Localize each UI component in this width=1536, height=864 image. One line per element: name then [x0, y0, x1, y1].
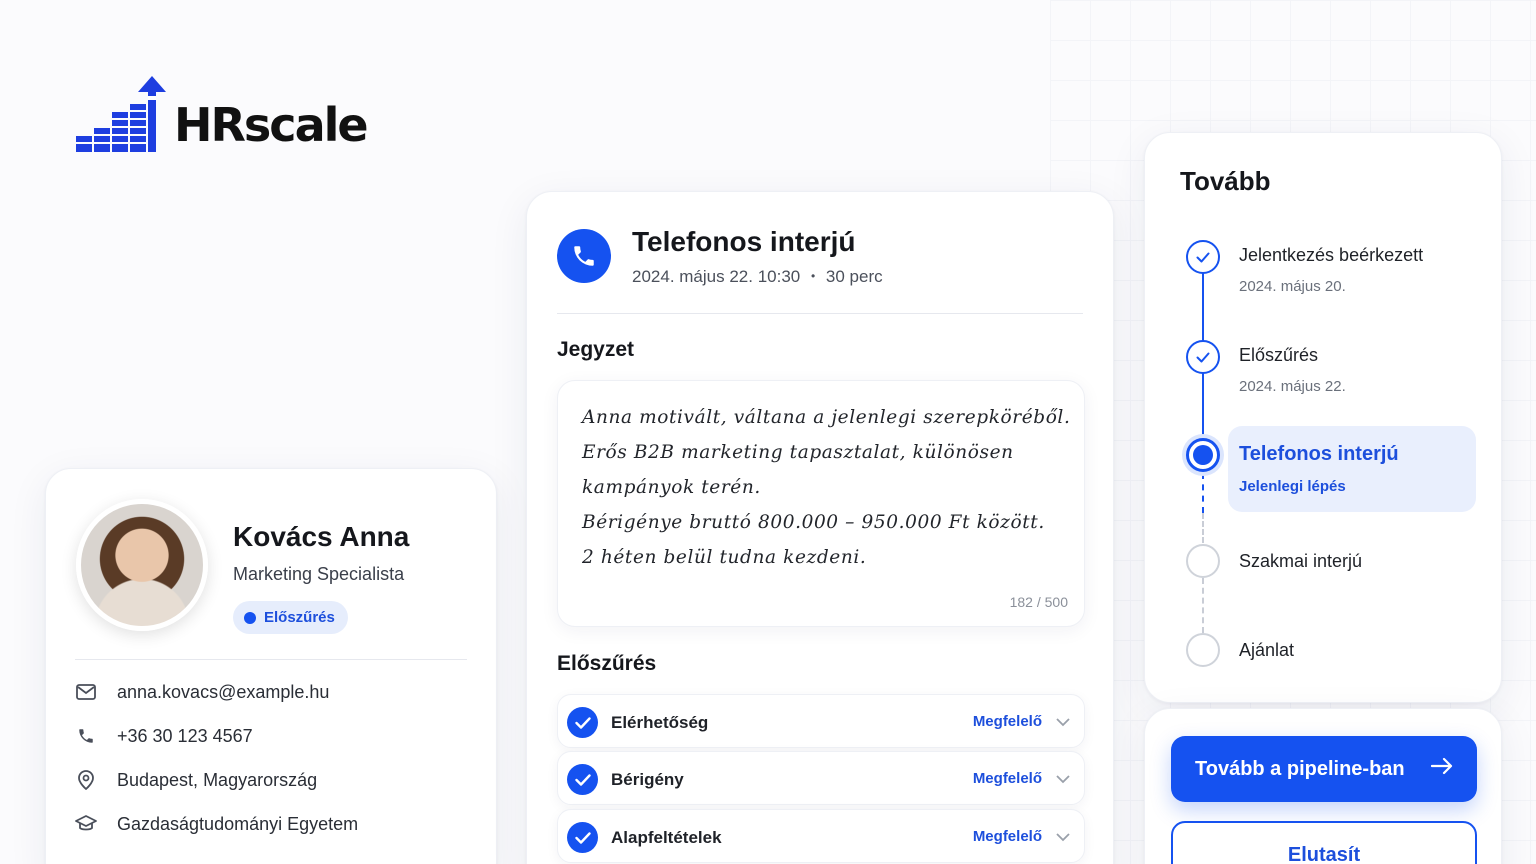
note-line: Anna motivált, váltana a jelenlegi szere… [582, 407, 1071, 428]
advance-pipeline-label: Tovább a pipeline-ban [1195, 757, 1405, 780]
contact-location-text: Budapest, Magyarország [117, 769, 318, 790]
note-heading: Jegyzet [557, 338, 635, 361]
chevron-down-icon[interactable] [1056, 771, 1070, 789]
pipeline-connector [1202, 473, 1204, 513]
screening-item-status: Megfelelő [972, 828, 1042, 845]
chevron-down-icon[interactable] [1056, 714, 1070, 732]
candidate-role: Marketing Specialista [233, 564, 405, 584]
current-step-label: Telefonos interjú [1239, 443, 1399, 465]
note-textarea[interactable]: Anna motivált, váltana a jelenlegi szere… [557, 380, 1085, 627]
contact-education: Gazdaságtudományi Egyetem [75, 813, 358, 835]
interview-meta: 2024. május 22. 10:30 • 30 perc [632, 267, 883, 287]
phone-icon [75, 725, 97, 747]
contact-location: Budapest, Magyarország [75, 769, 317, 791]
divider [75, 659, 467, 660]
interview-date: 2024. május 22. 10:30 [632, 267, 801, 286]
logo-wordmark: HRscale [174, 98, 369, 152]
screening-item-label: Elérhetőség [611, 713, 709, 732]
screening-item-salary[interactable]: Bérigény Megfelelő [557, 751, 1085, 805]
current-step-highlight[interactable]: Telefonos interjú Jelenlegi lépés [1228, 426, 1476, 512]
logo-bars-icon [76, 76, 166, 152]
interview-duration: 30 perc [825, 267, 883, 286]
screening-item-label: Alapfeltételek [611, 828, 722, 847]
pipeline-title: Tovább [1180, 166, 1271, 196]
arrow-right-icon [1430, 757, 1453, 781]
chevron-down-icon[interactable] [1056, 829, 1070, 847]
status-badge: Előszűrés [233, 601, 348, 634]
contact-email-text: anna.kovacs@example.hu [117, 681, 330, 702]
candidate-profile-card: Kovács Anna Marketing Specialista Előszű… [45, 468, 497, 864]
current-step-sub: Jelenlegi lépés [1239, 478, 1346, 495]
mail-icon [75, 681, 97, 703]
screening-item-availability[interactable]: Elérhetőség Megfelelő [557, 694, 1085, 748]
check-icon [567, 707, 598, 738]
step-done-check-icon [1186, 240, 1220, 274]
screening-item-basics[interactable]: Alapfeltételek Megfelelő [557, 809, 1085, 863]
avatar [76, 499, 208, 631]
candidate-name: Kovács Anna [233, 521, 410, 552]
step-pending-circle-icon [1186, 633, 1220, 667]
step-pending-circle-icon [1186, 544, 1220, 578]
step-label: Jelentkezés beérkezett [1239, 245, 1424, 265]
screening-heading: Előszűrés [557, 652, 657, 675]
note-line: Erős B2B marketing tapasztalat, különöse… [582, 442, 1014, 463]
status-dot-icon [244, 611, 256, 624]
step-label: Szakmai interjú [1239, 551, 1363, 571]
screening-item-status: Megfelelő [972, 713, 1042, 730]
location-pin-icon [75, 769, 97, 791]
contact-education-text: Gazdaságtudományi Egyetem [117, 813, 359, 834]
meta-separator: • [810, 269, 816, 283]
step-date: 2024. május 22. [1239, 378, 1346, 395]
pipeline-connector [1202, 513, 1204, 543]
pipeline-card: Tovább Jelentkezés beérkezett 2024. máju… [1144, 132, 1502, 703]
check-icon [567, 764, 598, 795]
pipeline-connector [1202, 578, 1204, 633]
hrscale-logo: HRscale [76, 76, 369, 154]
step-date: 2024. május 20. [1239, 278, 1346, 295]
status-badge-label: Előszűrés [264, 609, 335, 626]
interview-title: Telefonos interjú [632, 226, 856, 257]
note-line: Bérigénye bruttó 800.000 – 950.000 Ft kö… [582, 512, 1045, 533]
note-line: kampányok terén. [582, 477, 761, 498]
phone-call-icon [557, 229, 611, 283]
note-char-counter: 182 / 500 [1009, 594, 1068, 610]
step-label: Előszűrés [1239, 345, 1319, 365]
screening-item-label: Bérigény [611, 770, 684, 789]
check-icon [567, 822, 598, 853]
contact-phone-text: +36 30 123 4567 [117, 725, 253, 746]
step-current-dot-icon [1186, 438, 1220, 472]
contact-phone[interactable]: +36 30 123 4567 [75, 725, 253, 747]
interview-card: Telefonos interjú 2024. május 22. 10:30 … [526, 191, 1114, 864]
step-done-check-icon [1186, 340, 1220, 374]
step-label: Ajánlat [1239, 640, 1295, 660]
screening-item-status: Megfelelő [972, 770, 1042, 787]
divider [557, 313, 1083, 314]
actions-card: Tovább a pipeline-ban Elutasít [1144, 708, 1502, 864]
advance-pipeline-button[interactable]: Tovább a pipeline-ban [1171, 736, 1477, 802]
note-line: 2 héten belül tudna kezdeni. [582, 547, 867, 568]
graduation-cap-icon [75, 813, 97, 835]
reject-button[interactable]: Elutasít [1171, 821, 1477, 864]
contact-email[interactable]: anna.kovacs@example.hu [75, 681, 329, 703]
